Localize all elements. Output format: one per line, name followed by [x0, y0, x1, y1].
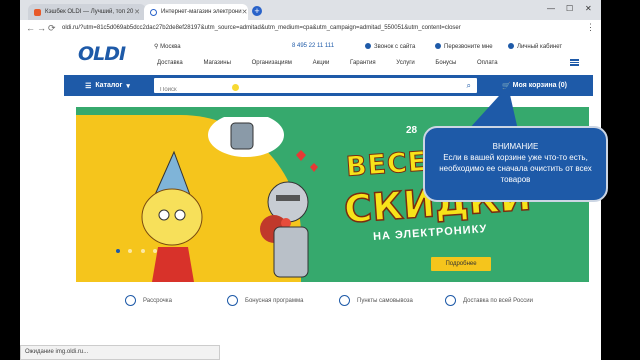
new-tab-button[interactable]: + — [252, 6, 262, 16]
status-bar: Ожидание img.oldi.ru... — [20, 345, 220, 360]
installment-icon — [125, 295, 136, 306]
feature-bonus[interactable]: Бонусная программа — [227, 295, 303, 306]
back-icon[interactable]: ← — [26, 23, 35, 33]
tab-bar: Кэшбек OLDI — Лучший, топ 20 ✕ Интернет-… — [20, 0, 601, 20]
nav-item-warranty[interactable]: Гарантия — [350, 60, 376, 66]
nav-item-services[interactable]: Услуги — [396, 60, 414, 66]
browser-menu-icon[interactable]: ⋮ — [586, 22, 595, 33]
carousel-dot[interactable] — [140, 249, 145, 253]
tab-label: Интернет-магазин электрони — [161, 9, 242, 15]
call-me-link[interactable]: Перезвоните мне — [435, 43, 493, 50]
search-box: ⌕ — [154, 78, 477, 98]
phone-icon — [365, 43, 371, 49]
search-input[interactable] — [154, 82, 456, 98]
callout-title: ВНИМАНИЕ — [492, 142, 539, 151]
url-field[interactable]: oldi.ru/?utm=81c5d069ab5dcc2dac27b2de8ef… — [62, 23, 562, 34]
feature-pickup[interactable]: Пункты самовывоза — [339, 295, 413, 306]
nav-item-stores[interactable]: Магазины — [203, 60, 230, 66]
callout-pointer — [468, 86, 518, 130]
city-selector[interactable]: ⚲ Москва — [154, 43, 181, 50]
location-icon — [339, 295, 350, 306]
features-strip: Рассрочка Бонусная программа Пункты само… — [125, 295, 595, 309]
phone-number[interactable]: 8 495 22 11 111 — [292, 43, 334, 49]
forward-icon[interactable]: → — [37, 23, 46, 33]
hamburger-menu-icon[interactable] — [570, 59, 579, 66]
favicon-icon — [34, 8, 41, 16]
nav-item-payment[interactable]: Оплата — [477, 60, 498, 66]
promo-headline: ВЕСЕ — [345, 146, 429, 184]
close-window-icon[interactable]: ✕ — [585, 4, 592, 13]
user-icon — [508, 43, 514, 49]
callback-link[interactable]: Звонок с сайта — [365, 43, 415, 50]
nav-item-bonuses[interactable]: Бонусы — [435, 60, 456, 66]
more-button[interactable]: Подробнее — [431, 257, 491, 271]
catalog-button[interactable]: ☰ Каталог ▾ — [68, 77, 147, 94]
city-label: Москва — [160, 44, 181, 50]
tab-cashback[interactable]: Кэшбек OLDI — Лучший, топ 20 ✕ — [28, 4, 146, 20]
tab-oldi-store[interactable]: Интернет-магазин электрони ✕ — [144, 4, 248, 20]
feature-delivery[interactable]: Доставка по всей России — [445, 295, 533, 306]
cart-label: Моя корзина (0) — [512, 82, 567, 89]
minimize-icon[interactable]: — — [547, 4, 555, 13]
carousel-dot[interactable] — [153, 249, 158, 253]
mouse-cursor — [232, 84, 239, 91]
site-logo[interactable]: OLDI — [78, 43, 140, 65]
nav-item-organizations[interactable]: Организациям — [252, 60, 292, 66]
tab-label: Кэшбек OLDI — Лучший, топ 20 — [45, 9, 134, 15]
feature-installment[interactable]: Рассрочка — [125, 295, 172, 306]
close-tab-icon[interactable]: ✕ — [134, 8, 140, 16]
close-tab-icon[interactable]: ✕ — [242, 8, 248, 16]
truck-icon — [445, 295, 456, 306]
carousel-dot[interactable] — [116, 249, 120, 253]
nav-item-delivery[interactable]: Доставка — [157, 60, 183, 66]
main-nav: Доставка Магазины Организациям Акции Гар… — [157, 60, 517, 66]
callout-body: Если в вашей корзине уже что-то есть, не… — [439, 153, 592, 184]
carousel-dot[interactable] — [128, 249, 133, 253]
nav-item-promotions[interactable]: Акции — [313, 60, 330, 66]
warning-callout: ВНИМАНИЕ Если в вашей корзине уже что-то… — [423, 126, 608, 202]
promo-date: 28 — [406, 125, 418, 136]
account-link[interactable]: Личный кабинет — [508, 43, 562, 50]
carousel-dots — [116, 240, 161, 258]
maximize-icon[interactable]: ☐ — [566, 4, 573, 13]
callback-icon — [435, 43, 441, 49]
loading-icon — [150, 8, 157, 16]
address-bar: ← → ⟳ oldi.ru/?utm=81c5d069ab5dcc2dac27b… — [20, 20, 601, 38]
ruble-icon — [227, 295, 238, 306]
reload-icon[interactable]: ⟳ — [48, 23, 56, 34]
